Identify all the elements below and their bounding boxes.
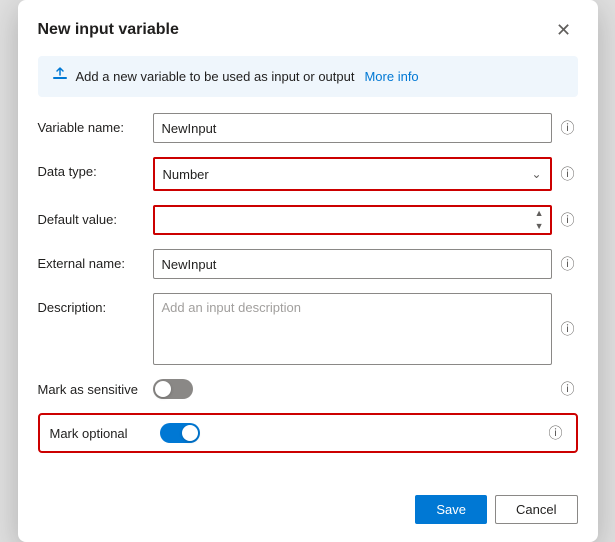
- external-name-label: External name:: [38, 249, 153, 271]
- data-type-select-wrap: Text Number Boolean Date List DataTable …: [153, 157, 552, 191]
- mark-optional-row: Mark optional ⓘ: [38, 413, 578, 453]
- mark-optional-label: Mark optional: [50, 426, 160, 441]
- mark-sensitive-thumb: [155, 381, 171, 397]
- info-banner: Add a new variable to be used as input o…: [38, 56, 578, 97]
- variable-name-input[interactable]: [153, 113, 552, 143]
- external-name-row: External name: ⓘ: [38, 249, 578, 279]
- variable-name-info-icon[interactable]: ⓘ: [558, 118, 578, 138]
- data-type-control: Text Number Boolean Date List DataTable …: [153, 157, 578, 191]
- mark-optional-info-icon[interactable]: ⓘ: [546, 423, 566, 443]
- data-type-info-icon[interactable]: ⓘ: [558, 164, 578, 184]
- mark-sensitive-toggle[interactable]: [153, 379, 193, 399]
- external-name-info-icon[interactable]: ⓘ: [558, 254, 578, 274]
- mark-optional-toggle[interactable]: [160, 423, 200, 443]
- description-info-icon[interactable]: ⓘ: [558, 319, 578, 339]
- cancel-button[interactable]: Cancel: [495, 495, 577, 524]
- mark-optional-track: [160, 423, 200, 443]
- form-body: Variable name: ⓘ Data type: Text Number …: [18, 113, 598, 483]
- default-value-label: Default value:: [38, 205, 153, 227]
- data-type-label: Data type:: [38, 157, 153, 179]
- data-type-row: Data type: Text Number Boolean Date List…: [38, 157, 578, 191]
- upload-icon: [52, 66, 68, 87]
- variable-name-label: Variable name:: [38, 113, 153, 135]
- spinner-up-button[interactable]: ▲: [531, 207, 548, 220]
- mark-sensitive-toggle-wrap: [153, 379, 558, 399]
- banner-text: Add a new variable to be used as input o…: [76, 69, 355, 84]
- mark-sensitive-info-icon[interactable]: ⓘ: [558, 379, 578, 399]
- external-name-control: ⓘ: [153, 249, 578, 279]
- description-row: Description: ⓘ: [38, 293, 578, 365]
- dialog-footer: Save Cancel: [18, 483, 598, 542]
- default-value-row: Default value: ▲ ▼ ⓘ: [38, 205, 578, 235]
- default-value-control: ▲ ▼ ⓘ: [153, 205, 578, 235]
- mark-optional-thumb: [182, 425, 198, 441]
- description-textarea[interactable]: [153, 293, 552, 365]
- dialog-title: New input variable: [38, 21, 179, 39]
- close-button[interactable]: ✕: [550, 16, 578, 44]
- mark-sensitive-row: Mark as sensitive ⓘ: [38, 379, 578, 399]
- mark-sensitive-label: Mark as sensitive: [38, 382, 153, 397]
- save-button[interactable]: Save: [415, 495, 487, 524]
- dialog-header: New input variable ✕: [18, 0, 598, 56]
- default-value-info-icon[interactable]: ⓘ: [558, 210, 578, 230]
- new-input-variable-dialog: New input variable ✕ Add a new variable …: [18, 0, 598, 542]
- description-label: Description:: [38, 293, 153, 315]
- close-icon: ✕: [556, 20, 571, 41]
- spinner-buttons: ▲ ▼: [531, 207, 548, 233]
- description-control: ⓘ: [153, 293, 578, 365]
- mark-sensitive-track: [153, 379, 193, 399]
- more-info-link[interactable]: More info: [364, 69, 418, 84]
- mark-optional-toggle-wrap: [160, 423, 546, 443]
- default-value-input[interactable]: [155, 207, 550, 233]
- data-type-select[interactable]: Text Number Boolean Date List DataTable: [155, 159, 550, 189]
- default-value-wrap: ▲ ▼: [153, 205, 552, 235]
- external-name-input[interactable]: [153, 249, 552, 279]
- variable-name-control: ⓘ: [153, 113, 578, 143]
- spinner-down-button[interactable]: ▼: [531, 220, 548, 233]
- variable-name-row: Variable name: ⓘ: [38, 113, 578, 143]
